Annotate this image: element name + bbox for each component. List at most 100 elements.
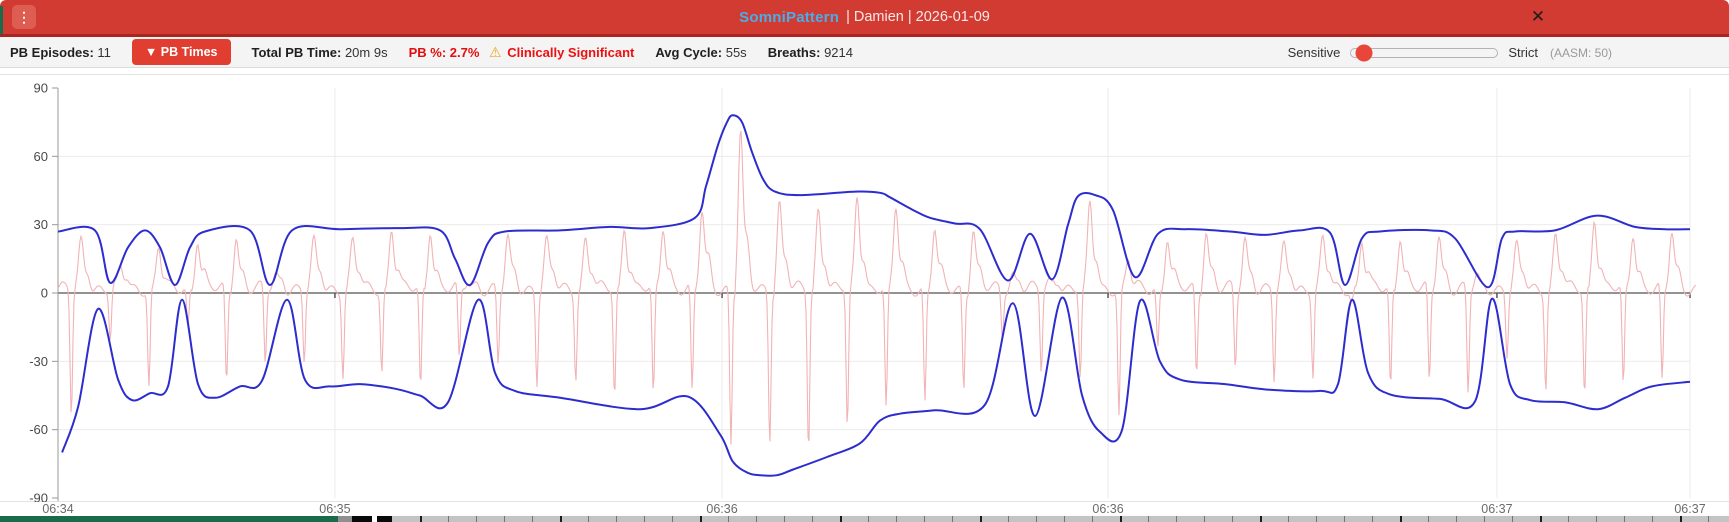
ruler-tick [1624,516,1625,522]
stat-value: 55s [726,45,747,60]
stat-label: PB %: [409,45,447,60]
ruler-tick [728,516,729,522]
titlebar: ⋮ SomniPattern | Damien | 2026-01-09 ✕ [0,0,1729,34]
ruler-tick [1540,516,1542,522]
ruler-tick [1120,516,1122,522]
stat-label: Breaths: [768,45,821,60]
stat-label: Avg Cycle: [655,45,722,60]
svg-text:-60: -60 [29,422,48,437]
ruler-tick [504,516,505,522]
ruler-tick [1428,516,1429,522]
sensitivity-group: Sensitive Strict (AASM: 50) [1288,37,1612,68]
ruler-tick [1512,516,1513,522]
x-axis-labels: 06:34 06:35 06:36 06:36 06:37 06:37 [0,502,1729,516]
ruler-tick [868,516,869,522]
ruler-tick [1148,516,1149,522]
somnipattern-window: ⋮ SomniPattern | Damien | 2026-01-09 ✕ P… [0,0,1729,522]
x-tick-label: 06:34 [42,502,73,516]
kebab-menu-icon: ⋮ [17,10,31,24]
ruler-tick [1092,516,1093,522]
menu-button[interactable]: ⋮ [12,5,36,29]
ruler-tick [588,516,589,522]
ruler-tick [980,516,982,522]
ruler-tick [784,516,785,522]
ruler-tick [1008,516,1009,522]
ruler-tick [1708,516,1709,522]
stat-pb-episodes: PB Episodes: 11 [10,45,111,60]
ruler-tick [1400,516,1402,522]
ruler-tick [896,516,897,522]
x-tick-label: 06:36 [1092,502,1123,516]
ruler-marker-slit [372,516,377,522]
ruler-tick [1064,516,1065,522]
svg-text:0: 0 [41,286,48,301]
svg-text:30: 30 [34,217,48,232]
sensitivity-slider[interactable] [1350,48,1498,58]
ruler-tick [840,516,842,522]
ruler-tick [1372,516,1373,522]
stat-breaths: Breaths: 9214 [768,45,853,60]
ruler-tick [616,516,617,522]
ruler-tick [812,516,813,522]
pb-times-button[interactable]: ▼ PB Times [132,39,231,65]
aasm-threshold: (AASM: 50) [1550,46,1612,60]
app-name: SomniPattern [739,9,839,26]
background-window-edge [0,6,3,34]
ruler-tick [476,516,477,522]
ruler-tick [756,516,757,522]
stat-label: PB Episodes: [10,45,94,60]
ruler-tick [448,516,449,522]
ruler-tick [1204,516,1205,522]
timeline-scrollbar[interactable] [0,516,1729,522]
ruler-tick [1456,516,1457,522]
ruler-tick [560,516,562,522]
ruler-tick [1316,516,1317,522]
ruler-tick [952,516,953,522]
x-tick-label: 06:35 [319,502,350,516]
ruler-tick [1568,516,1569,522]
patient-and-date: | Damien | 2026-01-09 [846,9,990,25]
stat-pb-percent: PB %: 2.7% ⚠ Clinically Significant [409,44,635,61]
stat-value: 20m 9s [345,45,388,60]
ruler-progress-segment [0,516,338,522]
stat-avg-cycle: Avg Cycle: 55s [655,45,746,60]
ruler-tick [1176,516,1177,522]
ruler-tick [1232,516,1233,522]
stat-label: Total PB Time: [252,45,342,60]
ruler-tick [1260,516,1262,522]
ruler-tick [532,516,533,522]
stat-value: 9214 [824,45,853,60]
svg-text:90: 90 [34,81,48,96]
stat-value: 11 [97,45,111,60]
breath-flow-chart[interactable]: 9060300-30-60-90 [0,74,1729,502]
ruler-tick [1036,516,1037,522]
stats-group: PB Episodes: 11 ▼ PB Times Total PB Time… [0,39,853,65]
ruler-tick [1596,516,1597,522]
ruler-handle-segment [338,516,352,522]
x-tick-label: 06:36 [706,502,737,516]
ruler-tick [1484,516,1485,522]
close-button[interactable]: ✕ [1525,4,1551,30]
ruler-tick [1288,516,1289,522]
x-tick-label: 06:37 [1674,502,1705,516]
x-tick-label: 06:37 [1481,502,1512,516]
strict-label: Strict [1508,45,1538,60]
ruler-tick [924,516,925,522]
pb-chart-panel: 9060300-30-60-90 06:3406:3506:3606:3606:… [0,68,1729,522]
clinical-warning-text: Clinically Significant [507,45,634,60]
ruler-tick [1680,516,1682,522]
svg-text:-30: -30 [29,354,48,369]
svg-text:60: 60 [34,149,48,164]
slider-thumb[interactable] [1356,44,1373,61]
stats-toolbar: PB Episodes: 11 ▼ PB Times Total PB Time… [0,34,1729,68]
ruler-tick [1344,516,1345,522]
ruler-tick [700,516,702,522]
stat-total-pb-time: Total PB Time: 20m 9s [252,45,388,60]
window-title: SomniPattern | Damien | 2026-01-09 [0,0,1729,34]
ruler-tick [1652,516,1653,522]
ruler-tick [672,516,673,522]
ruler-tick [420,516,422,522]
stat-value: 2.7% [450,45,480,60]
sensitive-label: Sensitive [1288,45,1341,60]
warning-icon: ⚠ [489,44,502,60]
